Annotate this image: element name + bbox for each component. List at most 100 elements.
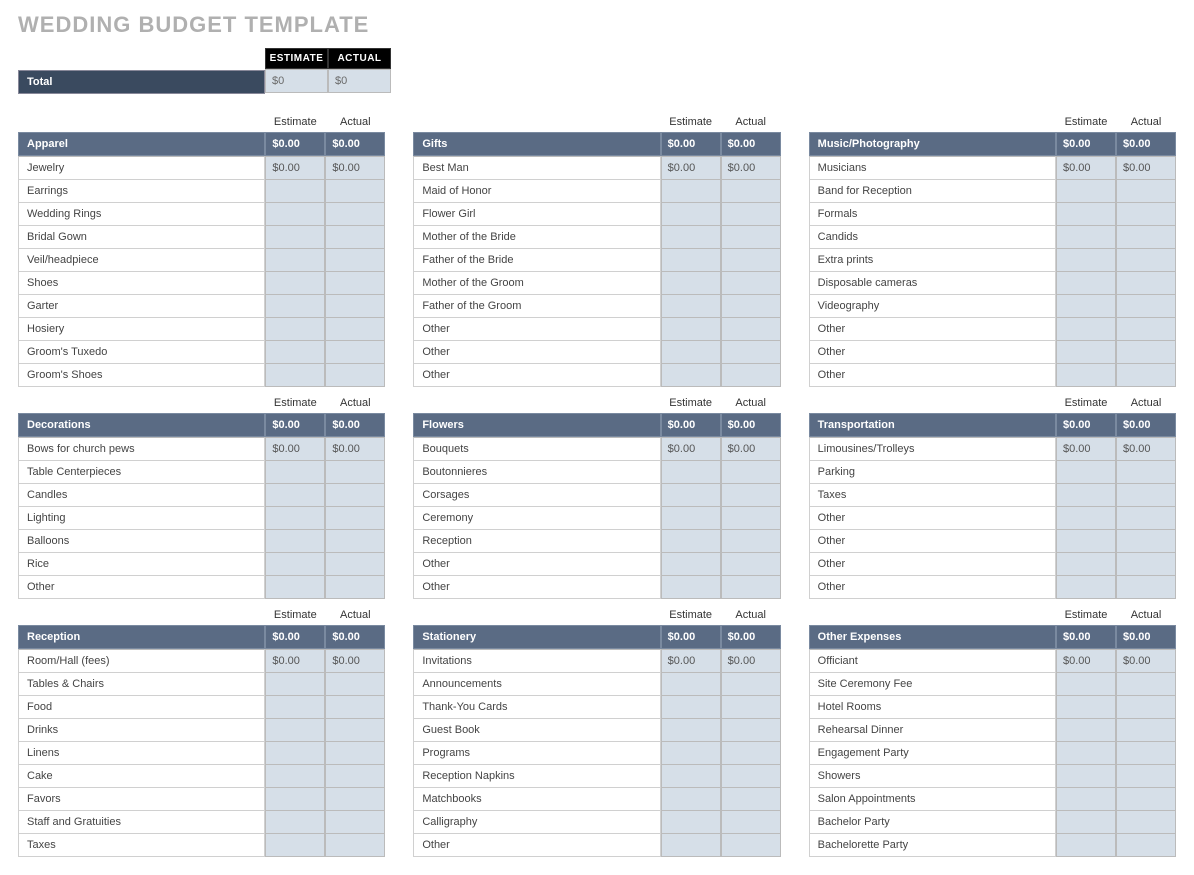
item-actual-cell[interactable] [325, 272, 385, 295]
item-estimate-cell[interactable] [265, 484, 325, 507]
item-actual-cell[interactable] [1116, 295, 1176, 318]
item-estimate-cell[interactable] [661, 553, 721, 576]
item-estimate-cell[interactable] [661, 788, 721, 811]
item-actual-cell[interactable] [325, 461, 385, 484]
item-estimate-cell[interactable] [1056, 576, 1116, 599]
item-actual-cell[interactable]: $0.00 [1116, 437, 1176, 461]
item-estimate-cell[interactable] [1056, 295, 1116, 318]
item-estimate-cell[interactable] [1056, 673, 1116, 696]
item-actual-cell[interactable] [721, 673, 781, 696]
total-estimate-value[interactable]: $0 [265, 69, 328, 93]
item-estimate-cell[interactable] [661, 834, 721, 857]
item-estimate-cell[interactable] [1056, 696, 1116, 719]
item-actual-cell[interactable] [325, 719, 385, 742]
item-actual-cell[interactable] [1116, 484, 1176, 507]
item-actual-cell[interactable] [325, 576, 385, 599]
item-estimate-cell[interactable] [661, 203, 721, 226]
item-actual-cell[interactable] [325, 249, 385, 272]
item-estimate-cell[interactable] [1056, 834, 1116, 857]
item-actual-cell[interactable]: $0.00 [721, 649, 781, 673]
item-estimate-cell[interactable] [265, 180, 325, 203]
item-actual-cell[interactable] [1116, 788, 1176, 811]
item-estimate-cell[interactable] [1056, 507, 1116, 530]
item-estimate-cell[interactable] [661, 576, 721, 599]
item-actual-cell[interactable]: $0.00 [325, 156, 385, 180]
item-estimate-cell[interactable] [1056, 364, 1116, 387]
item-actual-cell[interactable] [1116, 765, 1176, 788]
item-estimate-cell[interactable] [1056, 318, 1116, 341]
item-estimate-cell[interactable] [265, 203, 325, 226]
item-estimate-cell[interactable] [1056, 226, 1116, 249]
item-actual-cell[interactable] [325, 788, 385, 811]
item-actual-cell[interactable] [1116, 226, 1176, 249]
item-actual-cell[interactable]: $0.00 [325, 437, 385, 461]
item-actual-cell[interactable] [721, 203, 781, 226]
item-estimate-cell[interactable] [265, 530, 325, 553]
item-actual-cell[interactable] [325, 507, 385, 530]
item-estimate-cell[interactable]: $0.00 [265, 437, 325, 461]
item-estimate-cell[interactable]: $0.00 [265, 156, 325, 180]
item-actual-cell[interactable] [1116, 341, 1176, 364]
item-estimate-cell[interactable] [1056, 719, 1116, 742]
item-estimate-cell[interactable] [661, 180, 721, 203]
item-actual-cell[interactable] [721, 530, 781, 553]
item-actual-cell[interactable] [1116, 318, 1176, 341]
item-estimate-cell[interactable] [1056, 461, 1116, 484]
item-actual-cell[interactable] [1116, 696, 1176, 719]
item-estimate-cell[interactable] [1056, 341, 1116, 364]
item-actual-cell[interactable]: $0.00 [721, 156, 781, 180]
item-actual-cell[interactable] [721, 249, 781, 272]
item-actual-cell[interactable] [1116, 180, 1176, 203]
item-estimate-cell[interactable] [661, 318, 721, 341]
item-actual-cell[interactable] [721, 272, 781, 295]
item-actual-cell[interactable] [325, 226, 385, 249]
item-estimate-cell[interactable] [1056, 765, 1116, 788]
item-actual-cell[interactable]: $0.00 [721, 437, 781, 461]
item-actual-cell[interactable] [1116, 553, 1176, 576]
item-estimate-cell[interactable] [265, 272, 325, 295]
item-actual-cell[interactable] [1116, 834, 1176, 857]
item-actual-cell[interactable] [721, 341, 781, 364]
item-estimate-cell[interactable] [265, 811, 325, 834]
item-estimate-cell[interactable] [265, 576, 325, 599]
item-actual-cell[interactable] [1116, 673, 1176, 696]
item-actual-cell[interactable] [721, 461, 781, 484]
item-actual-cell[interactable] [721, 226, 781, 249]
item-actual-cell[interactable] [325, 180, 385, 203]
item-estimate-cell[interactable] [1056, 811, 1116, 834]
item-estimate-cell[interactable] [1056, 742, 1116, 765]
item-estimate-cell[interactable] [661, 461, 721, 484]
item-estimate-cell[interactable]: $0.00 [1056, 156, 1116, 180]
item-actual-cell[interactable] [721, 318, 781, 341]
item-actual-cell[interactable] [325, 530, 385, 553]
item-estimate-cell[interactable] [265, 765, 325, 788]
item-estimate-cell[interactable] [1056, 203, 1116, 226]
item-estimate-cell[interactable] [661, 811, 721, 834]
item-actual-cell[interactable] [1116, 576, 1176, 599]
item-actual-cell[interactable] [325, 696, 385, 719]
item-actual-cell[interactable] [1116, 461, 1176, 484]
item-actual-cell[interactable] [721, 719, 781, 742]
item-estimate-cell[interactable] [265, 226, 325, 249]
item-estimate-cell[interactable] [661, 484, 721, 507]
item-actual-cell[interactable] [325, 553, 385, 576]
item-actual-cell[interactable] [1116, 811, 1176, 834]
item-estimate-cell[interactable] [1056, 484, 1116, 507]
item-estimate-cell[interactable] [661, 530, 721, 553]
item-estimate-cell[interactable]: $0.00 [1056, 437, 1116, 461]
item-actual-cell[interactable] [325, 318, 385, 341]
item-actual-cell[interactable] [721, 696, 781, 719]
item-actual-cell[interactable] [1116, 364, 1176, 387]
item-estimate-cell[interactable] [1056, 530, 1116, 553]
item-estimate-cell[interactable] [1056, 788, 1116, 811]
item-estimate-cell[interactable]: $0.00 [265, 649, 325, 673]
item-actual-cell[interactable] [721, 484, 781, 507]
item-estimate-cell[interactable] [1056, 249, 1116, 272]
item-estimate-cell[interactable] [661, 295, 721, 318]
item-actual-cell[interactable] [721, 834, 781, 857]
item-estimate-cell[interactable]: $0.00 [661, 649, 721, 673]
item-estimate-cell[interactable]: $0.00 [661, 437, 721, 461]
item-estimate-cell[interactable] [265, 341, 325, 364]
item-estimate-cell[interactable] [265, 364, 325, 387]
item-estimate-cell[interactable] [661, 765, 721, 788]
